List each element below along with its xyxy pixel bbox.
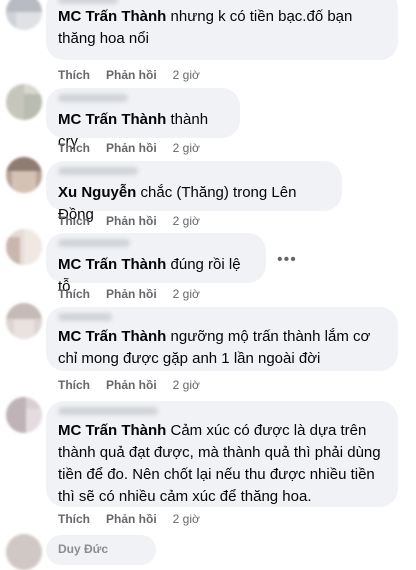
more-horizontal-icon[interactable]: ••• <box>277 252 297 268</box>
timestamp[interactable]: 2 giờ <box>173 512 200 526</box>
author-name[interactable] <box>58 0 118 4</box>
like-button[interactable]: Thích <box>58 512 90 526</box>
author-name[interactable] <box>58 407 158 415</box>
timestamp[interactable]: 2 giờ <box>173 378 200 392</box>
author-name[interactable] <box>58 313 112 321</box>
avatar[interactable] <box>6 397 42 433</box>
reply-button[interactable]: Phản hồi <box>106 141 157 155</box>
like-button[interactable]: Thích <box>58 141 90 155</box>
comment-bubble: MC Trấn Thành nhưng k có tiền bạc.đố bạn… <box>46 0 398 60</box>
comment-bubble: MC Trấn Thành thành cry <box>46 88 240 150</box>
comment-actions: Thích Phản hồi 2 giờ <box>58 511 216 527</box>
comment-bubble: Xu Nguyễn chắc (Thăng) trong Lên Đồng <box>46 161 342 223</box>
comment-actions: Thích Phản hồi 2 giờ <box>58 67 216 83</box>
mention-tag[interactable]: MC Trấn Thành <box>58 8 166 25</box>
avatar[interactable] <box>6 303 42 339</box>
like-button[interactable]: Thích <box>58 214 90 228</box>
mention-tag[interactable]: Xu Nguyễn <box>58 184 136 201</box>
comment-actions: Thích Phản hồi 2 giờ <box>58 213 216 229</box>
comment-bubble: Duy Đức <box>46 535 156 565</box>
like-button[interactable]: Thích <box>58 378 90 392</box>
reply-button[interactable]: Phản hồi <box>106 378 157 392</box>
avatar[interactable] <box>6 157 42 193</box>
author-name[interactable]: Duy Đức <box>58 542 108 556</box>
avatar[interactable] <box>6 84 42 120</box>
author-name[interactable] <box>58 167 138 175</box>
mention-tag[interactable]: MC Trấn Thành <box>58 256 166 273</box>
avatar[interactable] <box>6 534 42 570</box>
reply-button[interactable]: Phản hồi <box>106 287 157 301</box>
timestamp[interactable]: 2 giờ <box>173 141 200 155</box>
timestamp[interactable]: 2 giờ <box>173 68 200 82</box>
author-name[interactable] <box>58 94 128 102</box>
reply-button[interactable]: Phản hồi <box>106 512 157 526</box>
avatar[interactable] <box>6 229 42 265</box>
reply-button[interactable]: Phản hồi <box>106 68 157 82</box>
comment-actions: Thích Phản hồi 2 giờ <box>58 286 216 302</box>
comment-bubble: MC Trấn Thành đúng rồi lệ tỗ <box>46 233 266 295</box>
mention-tag[interactable]: MC Trấn Thành <box>58 111 166 128</box>
like-button[interactable]: Thích <box>58 287 90 301</box>
comment-actions: Thích Phản hồi 2 giờ <box>58 377 216 393</box>
comment-actions: Thích Phản hồi 2 giờ <box>58 140 216 156</box>
author-name[interactable] <box>58 239 130 247</box>
comment-bubble: MC Trấn Thành Cảm xúc có được là dựa trê… <box>46 401 398 507</box>
mention-tag[interactable]: MC Trấn Thành <box>58 328 166 345</box>
comment-bubble: MC Trấn Thành ngưỡng mộ trấn thành lắm c… <box>46 307 398 371</box>
reply-button[interactable]: Phản hồi <box>106 214 157 228</box>
like-button[interactable]: Thích <box>58 68 90 82</box>
timestamp[interactable]: 2 giờ <box>173 287 200 301</box>
mention-tag[interactable]: MC Trấn Thành <box>58 422 166 439</box>
avatar[interactable] <box>6 0 42 30</box>
timestamp[interactable]: 2 giờ <box>173 214 200 228</box>
